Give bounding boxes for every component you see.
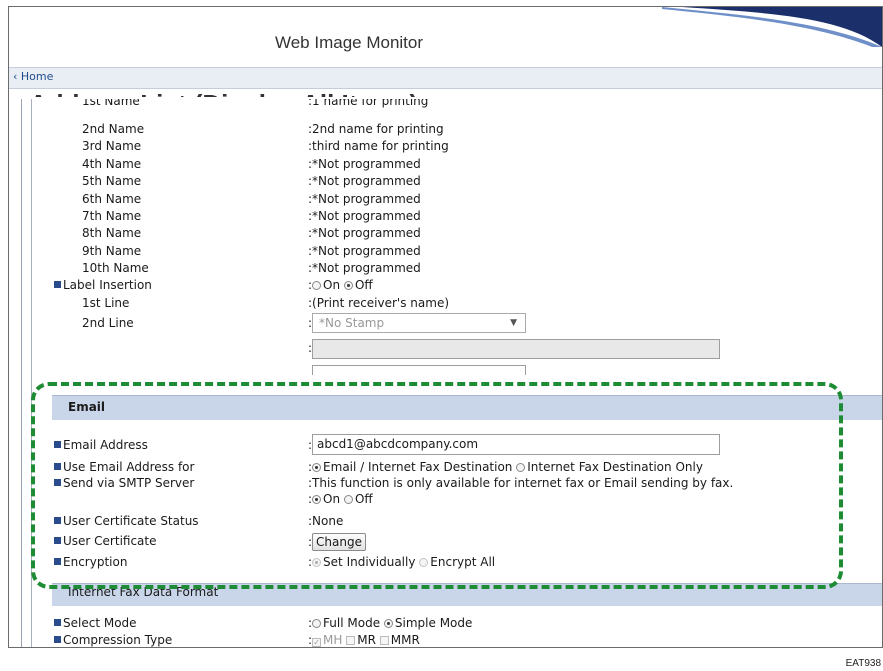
name-value: :1 name for printing	[308, 99, 429, 108]
name-value: :*Not programmed	[308, 226, 421, 241]
label-insertion-off-radio[interactable]	[343, 281, 353, 290]
mr-checkbox[interactable]	[346, 636, 356, 645]
compression-checks: :✓ MH MR MMR	[308, 633, 420, 647]
compression-label-text: Compression Type	[63, 633, 173, 647]
name-label: 7th Name	[82, 209, 142, 223]
simple-mode-radio[interactable]	[383, 619, 393, 628]
name-label: 8th Name	[82, 226, 142, 241]
line2-text-field[interactable]	[312, 339, 720, 359]
figure-caption: EAT938	[845, 658, 881, 669]
name-label: 9th Name	[82, 243, 142, 258]
select-mode-label: Select Mode	[54, 615, 137, 631]
name-value: :*Not programmed	[308, 261, 421, 276]
label-insertion-on-label: On	[323, 278, 341, 292]
line3-partial-field[interactable]	[312, 365, 526, 375]
name-value: :2nd name for printing	[308, 122, 444, 136]
name-label: 5th Name	[82, 174, 142, 189]
name-label: 10th Name	[82, 261, 149, 276]
name-label: 4th Name	[82, 156, 142, 171]
chevron-down-icon: ▼	[510, 318, 517, 328]
mr-label: MR	[357, 633, 376, 647]
select-mode-label-text: Select Mode	[63, 616, 137, 630]
email-highlight-outline	[31, 382, 843, 589]
mmr-label: MMR	[390, 633, 420, 647]
mmr-checkbox[interactable]	[379, 636, 389, 645]
browser-window: Web Image Monitor ‹ Home Address List (D…	[8, 6, 883, 648]
home-link[interactable]: ‹ Home	[13, 70, 53, 83]
page-heading: Address List (Display All Items)	[29, 85, 418, 97]
name-value: :*Not programmed	[308, 209, 421, 223]
label-insertion-text: Label Insertion	[63, 278, 152, 292]
bullet-icon	[54, 281, 61, 288]
name-value: :*Not programmed	[308, 243, 421, 258]
full-mode-label: Full Mode	[323, 616, 381, 630]
name-label: 1st Name	[82, 99, 140, 108]
page-heading-text: Address List (Display All Items)	[29, 89, 418, 97]
simple-mode-label: Simple Mode	[394, 616, 473, 630]
select-mode-radios: : Full Mode Simple Mode	[308, 616, 473, 630]
label-insertion-radios: : On Off	[308, 278, 373, 292]
label-insertion-on-radio[interactable]	[312, 281, 322, 290]
line2-select-value: *No Stamp	[319, 316, 385, 330]
line1-label: 1st Line	[82, 296, 130, 310]
name-value: :*Not programmed	[308, 156, 421, 171]
name-label: 2nd Name	[82, 122, 145, 136]
label-insertion-off-label: Off	[354, 278, 373, 292]
home-link-label: Home	[20, 70, 54, 83]
line1-value: :(Print receiver's name)	[308, 296, 450, 310]
label-insertion-label: Label Insertion	[54, 277, 152, 293]
name-label: 3rd Name	[82, 139, 142, 154]
name-value: :*Not programmed	[308, 191, 421, 206]
name-value: :*Not programmed	[308, 174, 421, 189]
mh-checkbox[interactable]: ✓	[312, 638, 322, 647]
mh-label: MH	[323, 633, 343, 647]
line2-label: 2nd Line	[82, 316, 134, 330]
title-bar: Web Image Monitor	[9, 7, 882, 67]
compression-label: Compression Type	[54, 632, 173, 647]
full-mode-radio[interactable]	[312, 619, 322, 628]
line2-select[interactable]: *No Stamp ▼	[312, 313, 526, 333]
bullet-icon	[54, 619, 61, 626]
app-title: Web Image Monitor	[274, 33, 424, 52]
bullet-icon	[54, 636, 61, 643]
name-label: 6th Name	[82, 191, 142, 206]
name-value: :third name for printing	[308, 139, 449, 154]
